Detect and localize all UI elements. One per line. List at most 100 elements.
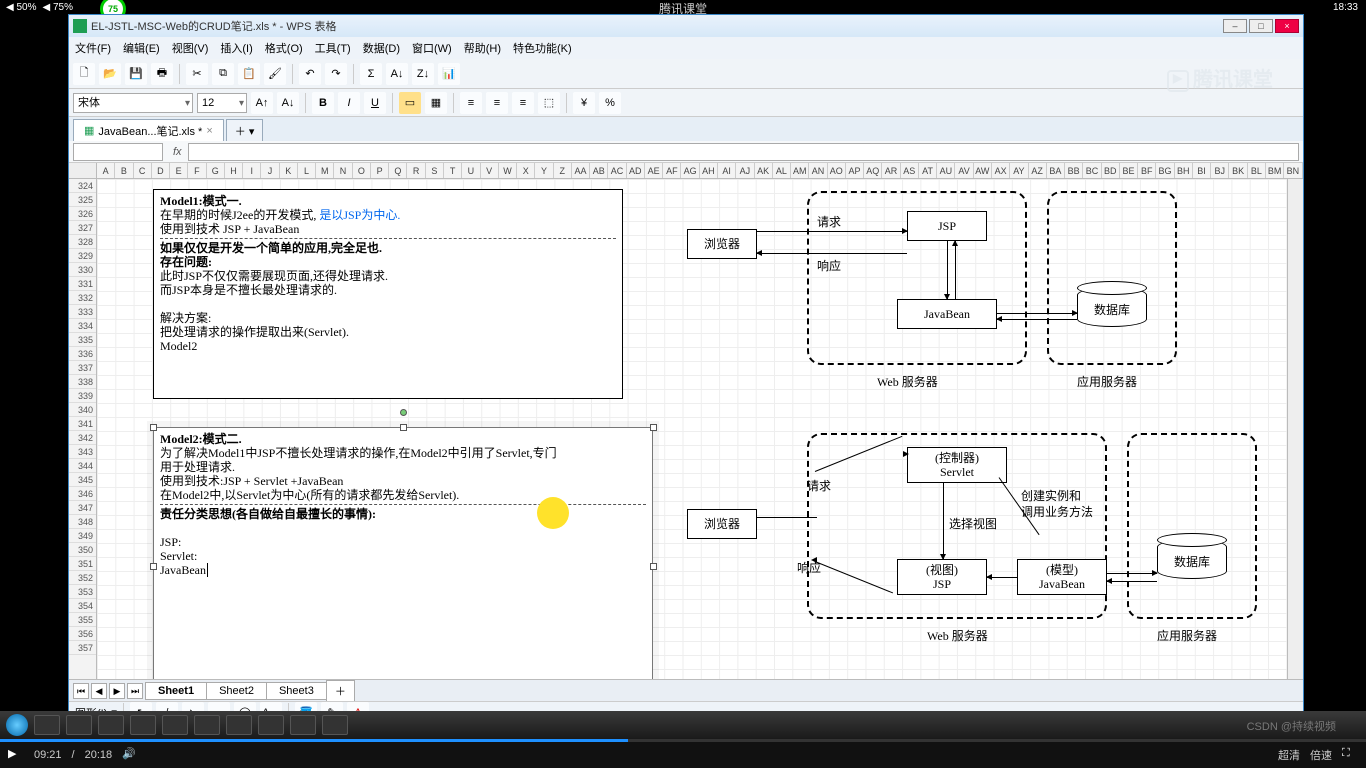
align-center-icon[interactable]: ≡: [486, 92, 508, 114]
resize-handle[interactable]: [150, 424, 157, 431]
sheet-nav-last[interactable]: ⏭: [127, 683, 143, 699]
chart-icon[interactable]: 📊: [438, 63, 460, 85]
task-item[interactable]: [98, 715, 124, 735]
col-BL[interactable]: BL: [1248, 163, 1266, 178]
italic-button[interactable]: I: [338, 92, 360, 114]
textbox-model1[interactable]: Model1:模式一. 在早期的时候J2ee的开发模式, 是以JSP为中心. 使…: [153, 189, 623, 399]
row-331[interactable]: 331: [69, 277, 96, 291]
col-P[interactable]: P: [371, 163, 389, 178]
open-icon[interactable]: 📂: [99, 63, 121, 85]
task-item[interactable]: [322, 715, 348, 735]
col-AQ[interactable]: AQ: [864, 163, 882, 178]
select-all-corner[interactable]: [69, 163, 97, 178]
col-AV[interactable]: AV: [955, 163, 973, 178]
col-T[interactable]: T: [444, 163, 462, 178]
col-D[interactable]: D: [152, 163, 170, 178]
close-button[interactable]: ×: [1275, 19, 1299, 33]
col-BE[interactable]: BE: [1120, 163, 1138, 178]
col-AL[interactable]: AL: [773, 163, 791, 178]
col-AI[interactable]: AI: [718, 163, 736, 178]
sort-desc-icon[interactable]: Z↓: [412, 63, 434, 85]
row-349[interactable]: 349: [69, 529, 96, 543]
col-W[interactable]: W: [499, 163, 517, 178]
col-BK[interactable]: BK: [1229, 163, 1247, 178]
name-box[interactable]: [73, 143, 163, 161]
row-337[interactable]: 337: [69, 361, 96, 375]
maximize-button[interactable]: □: [1249, 19, 1273, 33]
row-356[interactable]: 356: [69, 627, 96, 641]
row-347[interactable]: 347: [69, 501, 96, 515]
row-327[interactable]: 327: [69, 221, 96, 235]
sheet-nav-next[interactable]: ▶: [109, 683, 125, 699]
row-355[interactable]: 355: [69, 613, 96, 627]
col-Y[interactable]: Y: [535, 163, 553, 178]
col-AZ[interactable]: AZ: [1029, 163, 1047, 178]
fx-icon[interactable]: fx: [173, 146, 182, 158]
col-M[interactable]: M: [316, 163, 334, 178]
col-S[interactable]: S: [426, 163, 444, 178]
row-353[interactable]: 353: [69, 585, 96, 599]
row-335[interactable]: 335: [69, 333, 96, 347]
paste-icon[interactable]: 📋: [238, 63, 260, 85]
col-C[interactable]: C: [134, 163, 152, 178]
col-R[interactable]: R: [407, 163, 425, 178]
task-item[interactable]: [162, 715, 188, 735]
highlight-icon[interactable]: ▭: [399, 92, 421, 114]
task-item[interactable]: [226, 715, 252, 735]
row-headers[interactable]: 3243253263273283293303313323333343353363…: [69, 179, 97, 741]
row-330[interactable]: 330: [69, 263, 96, 277]
task-item[interactable]: [34, 715, 60, 735]
minimize-button[interactable]: –: [1223, 19, 1247, 33]
menu-help[interactable]: 帮助(H): [464, 40, 501, 56]
row-346[interactable]: 346: [69, 487, 96, 501]
sum-icon[interactable]: Σ: [360, 63, 382, 85]
row-329[interactable]: 329: [69, 249, 96, 263]
col-BB[interactable]: BB: [1065, 163, 1083, 178]
grow-font-icon[interactable]: A↑: [251, 92, 273, 114]
col-B[interactable]: B: [115, 163, 133, 178]
task-item[interactable]: [66, 715, 92, 735]
col-AN[interactable]: AN: [809, 163, 827, 178]
row-343[interactable]: 343: [69, 445, 96, 459]
workbook-tab[interactable]: ▦JavaBean...笔记.xls *×: [73, 119, 224, 141]
resize-handle[interactable]: [400, 424, 407, 431]
volume-icon[interactable]: 🔊: [122, 747, 138, 763]
row-345[interactable]: 345: [69, 473, 96, 487]
bold-button[interactable]: B: [312, 92, 334, 114]
speed-button[interactable]: 倍速: [1310, 747, 1332, 763]
col-AG[interactable]: AG: [681, 163, 699, 178]
col-AE[interactable]: AE: [645, 163, 663, 178]
align-left-icon[interactable]: ≡: [460, 92, 482, 114]
task-item[interactable]: [130, 715, 156, 735]
row-325[interactable]: 325: [69, 193, 96, 207]
col-AY[interactable]: AY: [1010, 163, 1028, 178]
row-340[interactable]: 340: [69, 403, 96, 417]
grid[interactable]: Model1:模式一. 在早期的时候J2ee的开发模式, 是以JSP为中心. 使…: [97, 179, 1303, 741]
vertical-scrollbar[interactable]: [1287, 179, 1303, 741]
merge-icon[interactable]: ⬚: [538, 92, 560, 114]
row-328[interactable]: 328: [69, 235, 96, 249]
menu-file[interactable]: 文件(F): [75, 40, 111, 56]
row-339[interactable]: 339: [69, 389, 96, 403]
formula-input[interactable]: [188, 143, 1299, 161]
col-U[interactable]: U: [462, 163, 480, 178]
row-333[interactable]: 333: [69, 305, 96, 319]
task-item[interactable]: [258, 715, 284, 735]
row-352[interactable]: 352: [69, 571, 96, 585]
col-V[interactable]: V: [481, 163, 499, 178]
sheet-tab-1[interactable]: Sheet1: [145, 682, 207, 700]
resize-handle[interactable]: [150, 563, 157, 570]
border-icon[interactable]: ▦: [425, 92, 447, 114]
row-341[interactable]: 341: [69, 417, 96, 431]
task-item[interactable]: [194, 715, 220, 735]
rotate-handle[interactable]: [400, 409, 407, 416]
col-AF[interactable]: AF: [663, 163, 681, 178]
row-338[interactable]: 338: [69, 375, 96, 389]
col-AT[interactable]: AT: [919, 163, 937, 178]
col-AH[interactable]: AH: [700, 163, 718, 178]
menu-insert[interactable]: 插入(I): [220, 40, 252, 56]
sort-asc-icon[interactable]: A↓: [386, 63, 408, 85]
undo-icon[interactable]: ↶: [299, 63, 321, 85]
column-headers[interactable]: /*placeholder*/ ABCDEFGHIJKLMNOPQRSTUVWX…: [69, 163, 1303, 179]
col-AW[interactable]: AW: [974, 163, 992, 178]
